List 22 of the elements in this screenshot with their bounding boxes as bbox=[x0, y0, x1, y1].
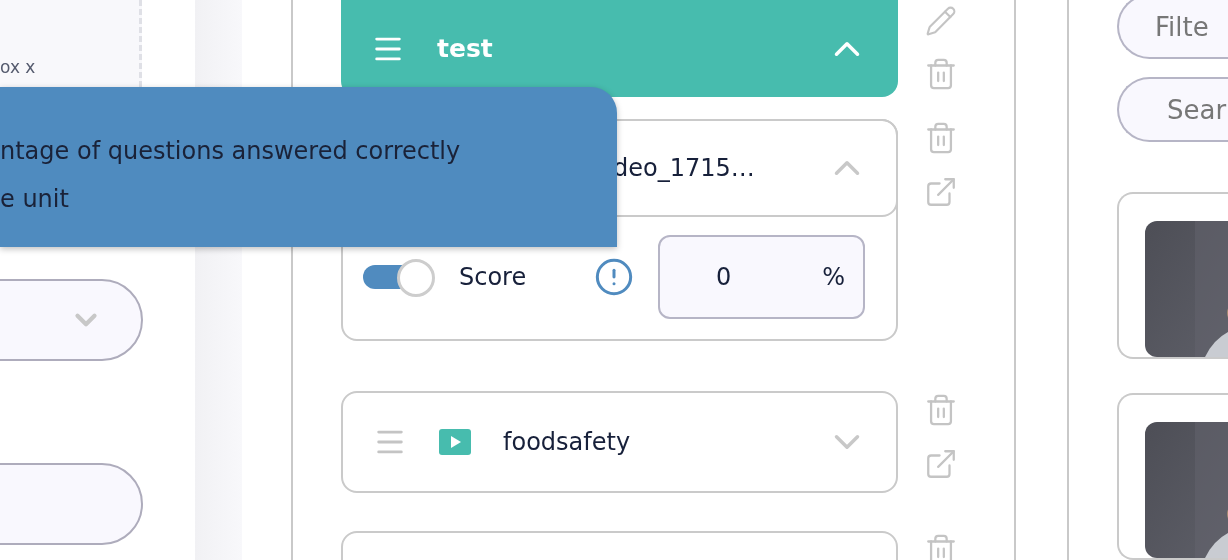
score-label: Score bbox=[459, 263, 528, 291]
delete-icon[interactable] bbox=[924, 57, 958, 91]
filter-field[interactable]: Filte bbox=[1117, 0, 1228, 59]
dropdown-field[interactable] bbox=[0, 279, 143, 361]
score-toggle[interactable] bbox=[363, 259, 435, 295]
search-field[interactable]: Sear bbox=[1117, 77, 1228, 142]
score-field[interactable]: 0 % bbox=[658, 235, 865, 319]
pencil-icon[interactable] bbox=[925, 5, 957, 37]
caption-text: ox x bbox=[0, 57, 36, 77]
delete-icon[interactable] bbox=[924, 533, 958, 560]
tooltip-text: ntage of questions answered correctly e unit bbox=[0, 136, 461, 215]
item-title: deo_1715… bbox=[613, 154, 756, 182]
delete-icon[interactable] bbox=[924, 121, 958, 155]
item-title: foodsafety bbox=[503, 428, 632, 456]
delete-icon[interactable] bbox=[924, 393, 958, 427]
section-title: test bbox=[437, 34, 494, 63]
section-header[interactable]: test bbox=[341, 0, 898, 97]
external-link-icon[interactable] bbox=[924, 175, 958, 209]
input-field[interactable] bbox=[0, 463, 143, 545]
info-icon[interactable] bbox=[594, 257, 634, 297]
video-icon bbox=[439, 429, 471, 455]
external-link-icon[interactable] bbox=[924, 447, 958, 481]
